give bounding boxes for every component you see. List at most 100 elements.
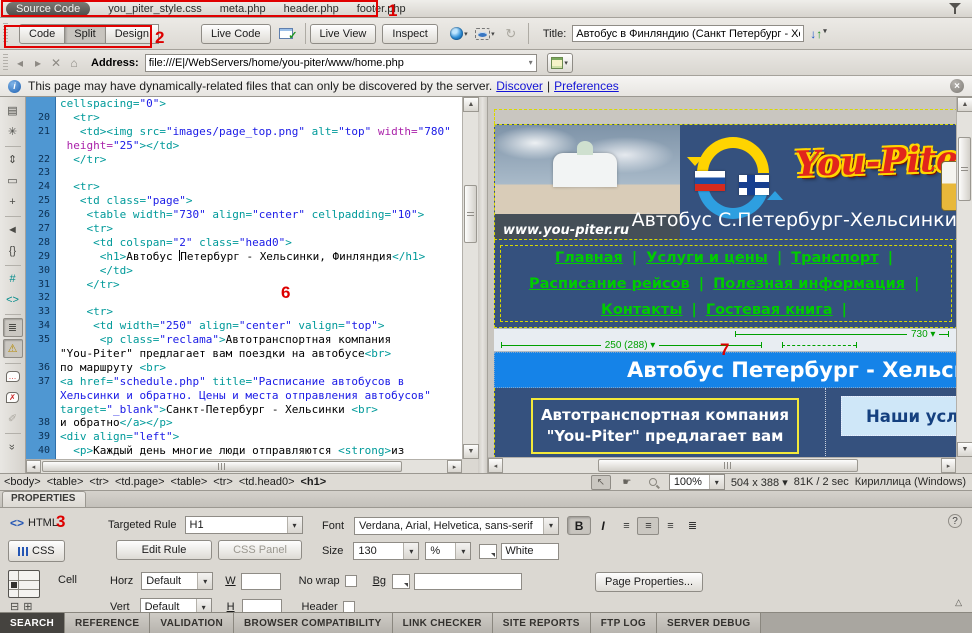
word-wrap-button[interactable]: ≣ xyxy=(3,318,23,337)
edit-rule-button[interactable]: Edit Rule xyxy=(116,540,212,560)
results-tab-link-checker[interactable]: LINK CHECKER xyxy=(393,613,493,633)
collapse-panel-icon[interactable]: △ xyxy=(955,597,962,608)
css-panel-button[interactable]: CSS Panel xyxy=(218,540,302,560)
tag-selector-item[interactable]: <tr> xyxy=(213,476,233,488)
address-dropdown-icon[interactable]: ▾ xyxy=(529,58,533,67)
align-right-button[interactable]: ≡ xyxy=(659,517,681,535)
italic-button[interactable]: I xyxy=(591,516,615,535)
design-canvas[interactable]: You-Piter Автобус С.Петербург-Хельсинки … xyxy=(488,97,956,457)
code-view[interactable]: cellspacing="0">20 <tr>21 <td><img src="… xyxy=(26,97,478,473)
code-line[interactable]: height="25"></td> xyxy=(26,139,462,153)
code-line[interactable]: 34 <td width="250" align="center" valign… xyxy=(26,319,462,333)
code-line[interactable]: target="_blank">Санкт-Петербург - Хельси… xyxy=(26,403,462,417)
line-numbers-button[interactable]: # xyxy=(3,269,23,288)
tag-selector-item[interactable]: <td.head0> xyxy=(239,476,295,488)
design-hscroll-thumb[interactable] xyxy=(598,459,858,472)
help-icon[interactable]: ? xyxy=(948,514,962,528)
title-input[interactable]: Автобус в Финляндию (Санкт Петербург - Х… xyxy=(572,25,804,42)
code-editor[interactable]: cellspacing="0">20 <tr>21 <td><img src="… xyxy=(26,97,462,459)
code-hscroll-thumb[interactable] xyxy=(42,461,402,472)
code-line[interactable]: 23 xyxy=(26,166,462,180)
related-file-tab[interactable]: you_piter_style.css xyxy=(108,3,202,15)
code-line[interactable]: 20 <tr> xyxy=(26,111,462,125)
targeted-rule-combo[interactable]: H1▾ xyxy=(185,516,303,534)
align-left-button[interactable]: ≡ xyxy=(615,517,637,535)
code-line[interactable]: 38и обратно</a></p> xyxy=(26,416,462,430)
bold-button[interactable]: B xyxy=(567,516,591,535)
horz-combo[interactable]: Default▾ xyxy=(141,572,213,590)
apply-comment-button[interactable]: … xyxy=(3,367,23,386)
scroll-right-icon[interactable]: ▸ xyxy=(447,460,462,473)
results-tab-browser-compatibility[interactable]: BROWSER COMPATIBILITY xyxy=(234,613,393,633)
view-button-design[interactable]: Design xyxy=(106,24,159,44)
file-transfer-buttons[interactable]: ↓ ↑ ▾ xyxy=(810,27,827,41)
promo-text-box[interactable]: Автотранспортная компания "You-Piter" пр… xyxy=(531,398,799,454)
design-page-table[interactable]: You-Piter Автобус С.Петербург-Хельсинки … xyxy=(494,109,956,457)
results-tab-search[interactable]: SEARCH xyxy=(0,613,65,633)
code-line[interactable]: 29 <h1>Автобус Петербург - Хельсинки, Фи… xyxy=(26,250,462,264)
nav-link[interactable]: Услуги и цены xyxy=(646,250,768,266)
related-file-tab[interactable]: footer.php xyxy=(357,3,406,15)
filter-funnel-icon[interactable] xyxy=(948,3,962,15)
tag-selector-item[interactable]: <td.page> xyxy=(115,476,165,488)
table-width-label-730[interactable]: 730 ▾ xyxy=(907,329,940,340)
design-banner[interactable]: You-Piter Автобус С.Петербург-Хельсинки … xyxy=(494,124,956,240)
bg-color-swatch[interactable] xyxy=(392,574,410,589)
align-justify-button[interactable]: ≣ xyxy=(681,517,703,535)
design-top-image-row[interactable] xyxy=(494,109,956,124)
no-wrap-checkbox[interactable] xyxy=(345,575,357,587)
preferences-link[interactable]: Preferences xyxy=(554,79,619,93)
scroll-up-icon[interactable]: ▲ xyxy=(463,97,479,112)
css-mode-button[interactable]: CSS xyxy=(8,540,65,562)
code-horizontal-scrollbar[interactable]: ◂ ▸ xyxy=(26,459,462,473)
live-code-button[interactable]: Live Code xyxy=(201,24,271,44)
highlight-invalid-code-button[interactable]: <> xyxy=(3,290,23,309)
recent-snippets-button[interactable]: ✐ xyxy=(3,409,23,428)
hand-tool[interactable]: ☛ xyxy=(617,475,637,490)
toolbar-grip[interactable] xyxy=(3,23,8,45)
nav-link[interactable]: Расписание рейсов xyxy=(529,276,690,292)
results-tab-server-debug[interactable]: SERVER DEBUG xyxy=(657,613,761,633)
color-value-input[interactable]: White xyxy=(501,543,559,560)
nav-link[interactable]: Гостевая книга xyxy=(706,302,833,318)
results-tab-ftp-log[interactable]: FTP LOG xyxy=(591,613,657,633)
balance-braces-button[interactable]: {} xyxy=(3,241,23,260)
scroll-left-icon[interactable]: ◂ xyxy=(26,460,41,473)
remove-comment-button[interactable]: ✗ xyxy=(3,388,23,407)
zoom-tool[interactable] xyxy=(643,475,663,490)
syntax-error-alerts-button[interactable]: ⚠ xyxy=(3,339,23,358)
scroll-left-icon[interactable]: ◂ xyxy=(488,458,503,473)
related-file-tab[interactable]: meta.php xyxy=(220,3,266,15)
code-line[interactable]: cellspacing="0"> xyxy=(26,97,462,111)
home-icon[interactable]: ⌂ xyxy=(65,55,83,71)
nav-link[interactable]: Главная xyxy=(555,250,623,266)
design-nav-row[interactable]: Главная | Услуги и цены | Транспорт | Ра… xyxy=(494,240,956,328)
pane-splitter[interactable] xyxy=(478,97,488,473)
related-file-tab[interactable]: header.php xyxy=(284,3,339,15)
tag-selector-item[interactable]: <h1> xyxy=(301,476,327,488)
scroll-down-icon[interactable]: ▼ xyxy=(957,442,972,457)
code-line[interactable]: Хельсинки и обратно. Цены и места отправ… xyxy=(26,389,462,403)
code-line[interactable]: 35 <p class="reclama">Автотранспортная к… xyxy=(26,333,462,347)
close-info-icon[interactable]: × xyxy=(950,79,964,93)
live-view-button[interactable]: Live View xyxy=(310,24,377,44)
scroll-right-icon[interactable]: ▸ xyxy=(941,458,956,473)
table-width-label-250[interactable]: 250 (288) ▾ xyxy=(601,340,660,351)
code-line[interactable]: 27 <tr> xyxy=(26,222,462,236)
code-line[interactable]: 30 </td> xyxy=(26,264,462,278)
code-line[interactable]: 32 xyxy=(26,291,462,305)
size-combo[interactable]: 130▾ xyxy=(353,542,419,560)
unit-combo[interactable]: %▾ xyxy=(425,542,471,560)
font-combo[interactable]: Verdana, Arial, Helvetica, sans-serif▾ xyxy=(354,517,559,535)
forward-icon[interactable]: ▸ xyxy=(29,55,47,71)
collapse-selection-button[interactable]: ▭ xyxy=(3,171,23,190)
discover-link[interactable]: Discover xyxy=(496,79,543,93)
code-line[interactable]: 22 </tr> xyxy=(26,153,462,167)
code-line[interactable]: 24 <tr> xyxy=(26,180,462,194)
expand-all-button[interactable]: + xyxy=(3,192,23,211)
address-input[interactable]: file:///E|/WebServers/home/you-piter/www… xyxy=(145,54,537,72)
view-button-code[interactable]: Code xyxy=(19,24,65,44)
results-tab-reference[interactable]: REFERENCE xyxy=(65,613,150,633)
code-scroll-thumb[interactable] xyxy=(464,185,477,243)
preview-in-browser-button[interactable]: ▾ xyxy=(446,24,472,44)
